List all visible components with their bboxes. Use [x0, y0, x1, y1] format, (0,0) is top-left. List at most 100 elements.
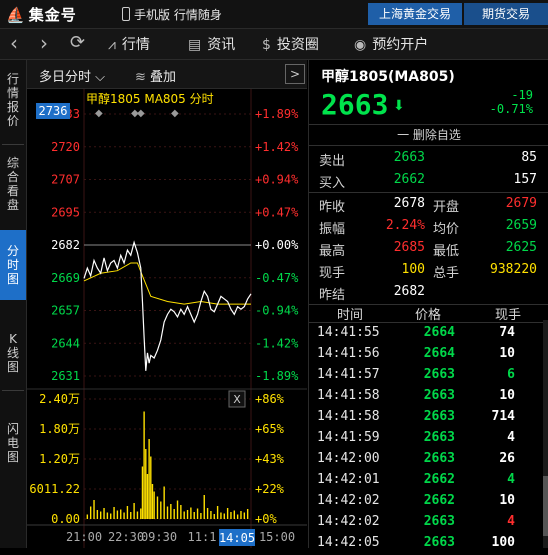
tick-row: 14:42:02 2662 10 [309, 492, 541, 513]
pct-tick-label: -0.47% [255, 271, 299, 285]
tab-kline[interactable]: K线图 [0, 332, 26, 374]
tab-intraday[interactable]: 分时图 [0, 230, 26, 300]
chevron-right-icon[interactable]: › [40, 31, 48, 55]
tick-time: 14:41:59 [317, 430, 380, 445]
pct-tick-label: -1.89% [255, 369, 299, 383]
tick-row: 14:42:05 2663 100 [309, 534, 541, 555]
quote-label: 现手 [319, 266, 346, 281]
volume-tick-label: 1.80万 [39, 422, 80, 436]
tick-price: 2664 [423, 325, 455, 340]
futures-trading-button[interactable]: 期货交易 [464, 3, 548, 25]
quote-row: 昨收 2678 开盘 2679 [309, 194, 548, 216]
shanghai-gold-button[interactable]: 上海黄金交易 [368, 3, 462, 25]
intraday-chart[interactable]: 2733+1.89%2720+1.42%2707+0.94%2695+0.47%… [27, 89, 307, 548]
tick-row: 14:41:58 2663 714 [309, 408, 541, 429]
period-label: 多日分时 [39, 70, 92, 85]
quote-label: 最高 [319, 244, 346, 259]
overlay-button[interactable]: ≋ 叠加 [135, 66, 176, 85]
quote-value: 85 [521, 150, 537, 165]
layers-icon: ≋ [135, 70, 146, 85]
chevron-down-icon: ⌵ [95, 70, 106, 85]
price-line [83, 240, 252, 371]
tick-row: 14:41:58 2663 10 [309, 387, 541, 408]
period-dropdown[interactable]: 多日分时 ⌵ [39, 66, 105, 85]
nav-invest-label: 投资圈 [276, 37, 319, 53]
price-tick-label: 2657 [51, 304, 80, 318]
tick-row: 14:41:56 2664 10 [309, 345, 541, 366]
tick-volume: 10 [499, 493, 515, 508]
x-tick-label: 15:00 [259, 530, 295, 544]
sail-logo-icon: ⛵ [6, 6, 26, 24]
tab-flash-label: 闪电图 [6, 422, 19, 464]
quote-label: 昨结 [319, 288, 346, 303]
quote-row: 卖出 2663 85 [309, 148, 548, 170]
tab-kline-label: K线图 [6, 332, 19, 374]
tick-time: 14:41:58 [317, 409, 380, 424]
tick-time: 14:41:57 [317, 367, 380, 382]
nav-invest-circle[interactable]: $ 投资圈 [262, 34, 319, 54]
logo-text: 集金号 [28, 6, 77, 24]
tab-quote-list-label: 行情报价 [6, 72, 19, 128]
chart-icon: ⩘ [108, 37, 116, 53]
price-tick-label: 2720 [51, 140, 80, 154]
app-logo[interactable]: ⛵ 集金号 [6, 4, 77, 25]
tick-price: 2663 [423, 430, 455, 445]
quote-value: 2682 [393, 284, 425, 299]
volume-pct-label: +22% [255, 482, 285, 496]
quote-row: 昨结 2682 [309, 282, 548, 304]
scrollbar-thumb[interactable] [543, 476, 548, 536]
pct-tick-label: +0.47% [255, 205, 299, 219]
close-icon: X [233, 393, 241, 406]
tick-volume: 26 [499, 451, 515, 466]
expand-panel-button[interactable]: > [285, 64, 305, 84]
nav-open-account[interactable]: ◉ 预约开户 [354, 34, 428, 54]
tick-time: 14:42:02 [317, 493, 380, 508]
ticks-header-time: 时间 [337, 308, 364, 323]
mobile-version-link[interactable]: 手机版 行情随身 [122, 6, 222, 23]
tick-price: 2663 [423, 388, 455, 403]
quote-value: 2663 [393, 150, 425, 165]
ticks-scrollbar[interactable] [543, 320, 548, 548]
overlay-label: 叠加 [150, 70, 177, 85]
tick-time: 14:41:56 [317, 346, 380, 361]
phone-icon [122, 7, 130, 21]
remove-favorite-button[interactable]: 一 删除自选 [309, 124, 548, 146]
volume-tick-label: 6011.22 [29, 482, 80, 496]
tick-row: 14:41:55 2664 74 [309, 324, 541, 345]
x-tick-label: 22:30 [108, 530, 144, 544]
tick-price: 2663 [423, 451, 455, 466]
chart-toolbar: 多日分时 ⌵ ≋ 叠加 > [27, 60, 307, 89]
price-change-pct: -0.71% [489, 102, 533, 116]
quote-value: 100 [401, 262, 425, 277]
x-tick-label: 11:1 [188, 530, 217, 544]
symbol-name: 甲醇1805(MA805) [321, 69, 455, 85]
volume-pct-label: +43% [255, 452, 285, 466]
nav-quotes[interactable]: ⩘ 行情 [108, 34, 150, 54]
diamond-marker-icon: ◆ [171, 108, 179, 119]
quote-value: 2625 [505, 240, 537, 255]
x-tick-label: 21:00 [66, 530, 102, 544]
tick-price: 2664 [423, 346, 455, 361]
quote-label: 振幅 [319, 222, 346, 237]
quote-panel: 甲醇1805(MA805) 2663 ⬇ -19 -0.71% 一 删除自选 卖… [308, 60, 548, 550]
tick-volume: 10 [499, 346, 515, 361]
tick-price: 2662 [423, 472, 455, 487]
tab-overview[interactable]: 综合看盘 [0, 156, 26, 212]
news-icon: ▤ [188, 37, 202, 53]
tab-quote-list[interactable]: 行情报价 [0, 72, 26, 128]
tick-volume: 714 [491, 409, 515, 424]
nav-account-label: 预约开户 [372, 37, 429, 53]
quote-label: 最低 [433, 244, 460, 259]
tab-overview-label: 综合看盘 [6, 156, 19, 212]
chevron-left-icon[interactable]: ‹ [10, 31, 18, 55]
nav-news[interactable]: ▤ 资讯 [188, 34, 235, 54]
refresh-icon[interactable]: ⟳ [70, 32, 85, 53]
tick-time: 14:42:02 [317, 514, 380, 529]
volume-tick-label: 2.40万 [39, 392, 80, 406]
tab-flash[interactable]: 闪电图 [0, 422, 26, 464]
nav-news-label: 资讯 [207, 37, 236, 53]
diamond-marker-icon: ◆ [95, 108, 103, 119]
quote-value: 2678 [393, 196, 425, 211]
pct-tick-label: +0.00% [255, 238, 299, 252]
diamond-marker-icon: ◆ [137, 108, 145, 119]
